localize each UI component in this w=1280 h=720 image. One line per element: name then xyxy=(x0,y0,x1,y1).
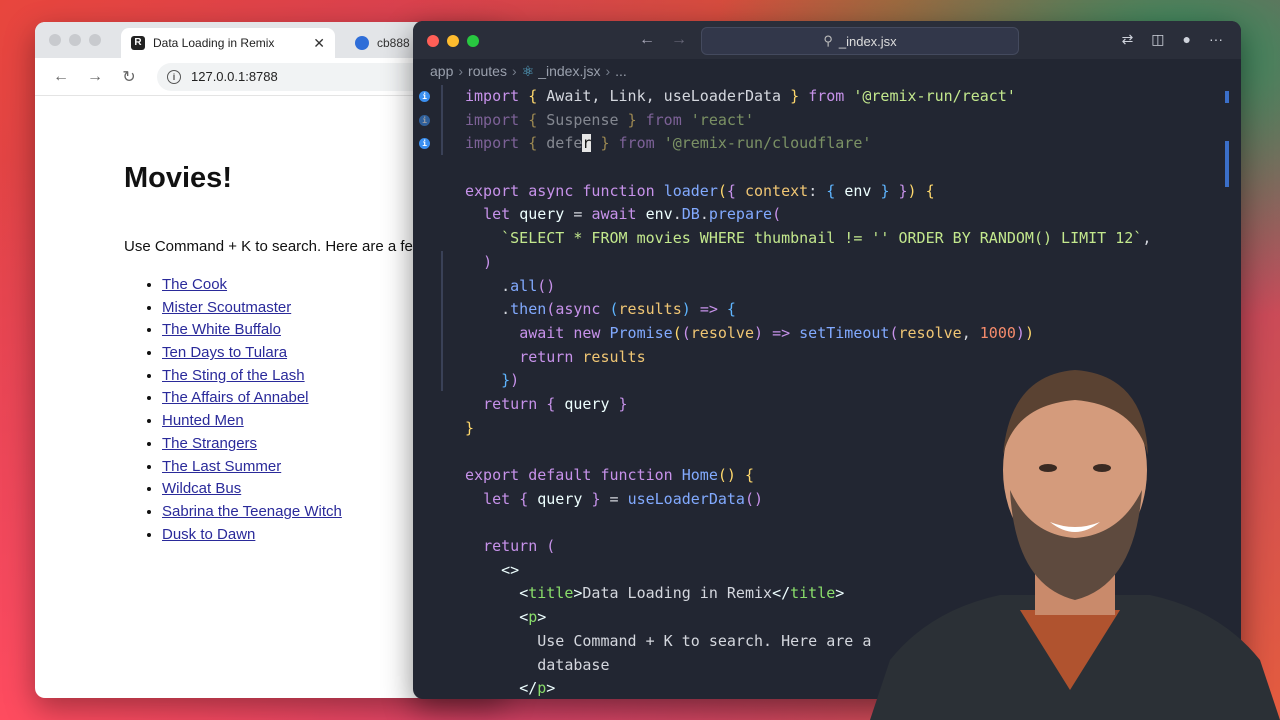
movie-link[interactable]: Dusk to Dawn xyxy=(162,526,255,543)
cloudflare-favicon-icon xyxy=(355,36,369,50)
command-center[interactable]: ⚲ _index.jsx xyxy=(701,27,1019,55)
breadcrumb-item[interactable]: routes xyxy=(468,63,507,79)
maximize-window-button[interactable] xyxy=(467,35,479,47)
movie-link[interactable]: The White Buffalo xyxy=(162,321,281,338)
split-editor-icon[interactable]: ◫ xyxy=(1151,31,1164,48)
window-controls xyxy=(49,34,101,46)
info-icon[interactable]: i xyxy=(419,91,430,102)
info-icon[interactable]: i xyxy=(419,114,430,126)
movie-link[interactable]: The Sting of the Lash xyxy=(162,367,305,384)
code-line: i import { defer } from '@remix-run/cloud… xyxy=(413,132,1241,156)
tab-title: Data Loading in Remix xyxy=(153,36,275,50)
list-item: Hunted Men xyxy=(162,410,342,433)
close-window-button[interactable] xyxy=(49,34,61,46)
tab-active[interactable]: R Data Loading in Remix ✕ xyxy=(121,28,335,58)
breadcrumb-item[interactable]: _index.jsx xyxy=(538,63,600,79)
url-text: 127.0.0.1:8788 xyxy=(191,69,278,84)
movie-link[interactable]: The Cook xyxy=(162,276,227,293)
list-item: The Affairs of Annabel xyxy=(162,387,342,410)
close-window-button[interactable] xyxy=(427,35,439,47)
code-line: i import { Await, Link, useLoaderData } f… xyxy=(413,85,1241,109)
code-line: export async function loader({ context: … xyxy=(465,181,935,200)
editor-navigation: ← → xyxy=(639,31,703,49)
unsaved-dot-icon[interactable]: ● xyxy=(1183,31,1191,48)
list-item: Dusk to Dawn xyxy=(162,524,342,547)
react-file-icon: ⚛ xyxy=(521,63,535,79)
search-icon: ⚲ xyxy=(823,33,833,48)
command-center-label: _index.jsx xyxy=(838,33,897,49)
intro-text: Use Command + K to search. Here are a fe xyxy=(124,238,413,255)
code-line: let query = await env.DB.prepare( xyxy=(483,205,782,224)
list-item: The Strangers xyxy=(162,433,342,456)
code-line: i import { Suspense } from 'react' xyxy=(413,109,1241,133)
close-tab-icon[interactable]: ✕ xyxy=(313,35,325,52)
site-info-icon[interactable]: i xyxy=(167,69,181,84)
more-actions-icon[interactable]: ··· xyxy=(1209,31,1223,48)
list-item: Wildcat Bus xyxy=(162,478,342,501)
code-line: ) xyxy=(483,252,493,271)
arrow-left-icon[interactable]: ← xyxy=(49,68,73,86)
movie-link[interactable]: Ten Days to Tulara xyxy=(162,344,287,361)
list-item: The White Buffalo xyxy=(162,319,342,342)
breadcrumb-item[interactable]: ... xyxy=(615,63,627,79)
arrow-right-icon[interactable]: → xyxy=(83,68,107,86)
list-item: Mister Scoutmaster xyxy=(162,297,342,320)
page-title: Movies! xyxy=(124,162,232,194)
info-icon[interactable]: i xyxy=(419,138,430,150)
presenter-webcam xyxy=(870,370,1280,720)
breadcrumb: app › routes › ⚛ _index.jsx ›... xyxy=(430,63,627,79)
movie-link[interactable]: The Strangers xyxy=(162,435,257,452)
reload-icon[interactable]: ↻ xyxy=(117,67,141,87)
list-item: Ten Days to Tulara xyxy=(162,342,342,365)
remix-favicon-icon: R xyxy=(131,36,145,50)
movie-link[interactable]: Hunted Men xyxy=(162,412,244,429)
minimize-window-button[interactable] xyxy=(69,34,81,46)
editor-titlebar: ← → ⚲ _index.jsx ⇄ ◫ ● ··· xyxy=(413,21,1241,59)
movie-link[interactable]: Mister Scoutmaster xyxy=(162,299,291,316)
compare-changes-icon[interactable]: ⇄ xyxy=(1122,31,1134,48)
arrow-right-icon[interactable]: → xyxy=(671,31,687,48)
list-item: Sabrina the Teenage Witch xyxy=(162,501,342,524)
list-item: The Cook xyxy=(162,274,342,297)
minimize-window-button[interactable] xyxy=(447,35,459,47)
window-controls xyxy=(427,35,479,47)
movie-link[interactable]: Sabrina the Teenage Witch xyxy=(162,503,342,520)
movie-link[interactable]: The Last Summer xyxy=(162,458,281,475)
code-line: .then(async (results) => { xyxy=(465,300,736,319)
editor-actions: ⇄ ◫ ● ··· xyxy=(1122,31,1223,48)
tab-title: cb888 xyxy=(377,36,410,50)
code-line: .all() xyxy=(465,276,556,295)
code-line: `SELECT * FROM movies WHERE thumbnail !=… xyxy=(501,229,1152,248)
movie-link[interactable]: The Affairs of Annabel xyxy=(162,389,309,406)
movie-link[interactable]: Wildcat Bus xyxy=(162,480,241,497)
breadcrumb-item[interactable]: app xyxy=(430,63,453,79)
maximize-window-button[interactable] xyxy=(89,34,101,46)
list-item: The Sting of the Lash xyxy=(162,365,342,388)
arrow-left-icon[interactable]: ← xyxy=(639,31,655,48)
list-item: The Last Summer xyxy=(162,456,342,479)
movie-list: The Cook Mister Scoutmaster The White Bu… xyxy=(124,274,342,546)
code-line: await new Promise((resolve) => setTimeou… xyxy=(519,323,1034,342)
